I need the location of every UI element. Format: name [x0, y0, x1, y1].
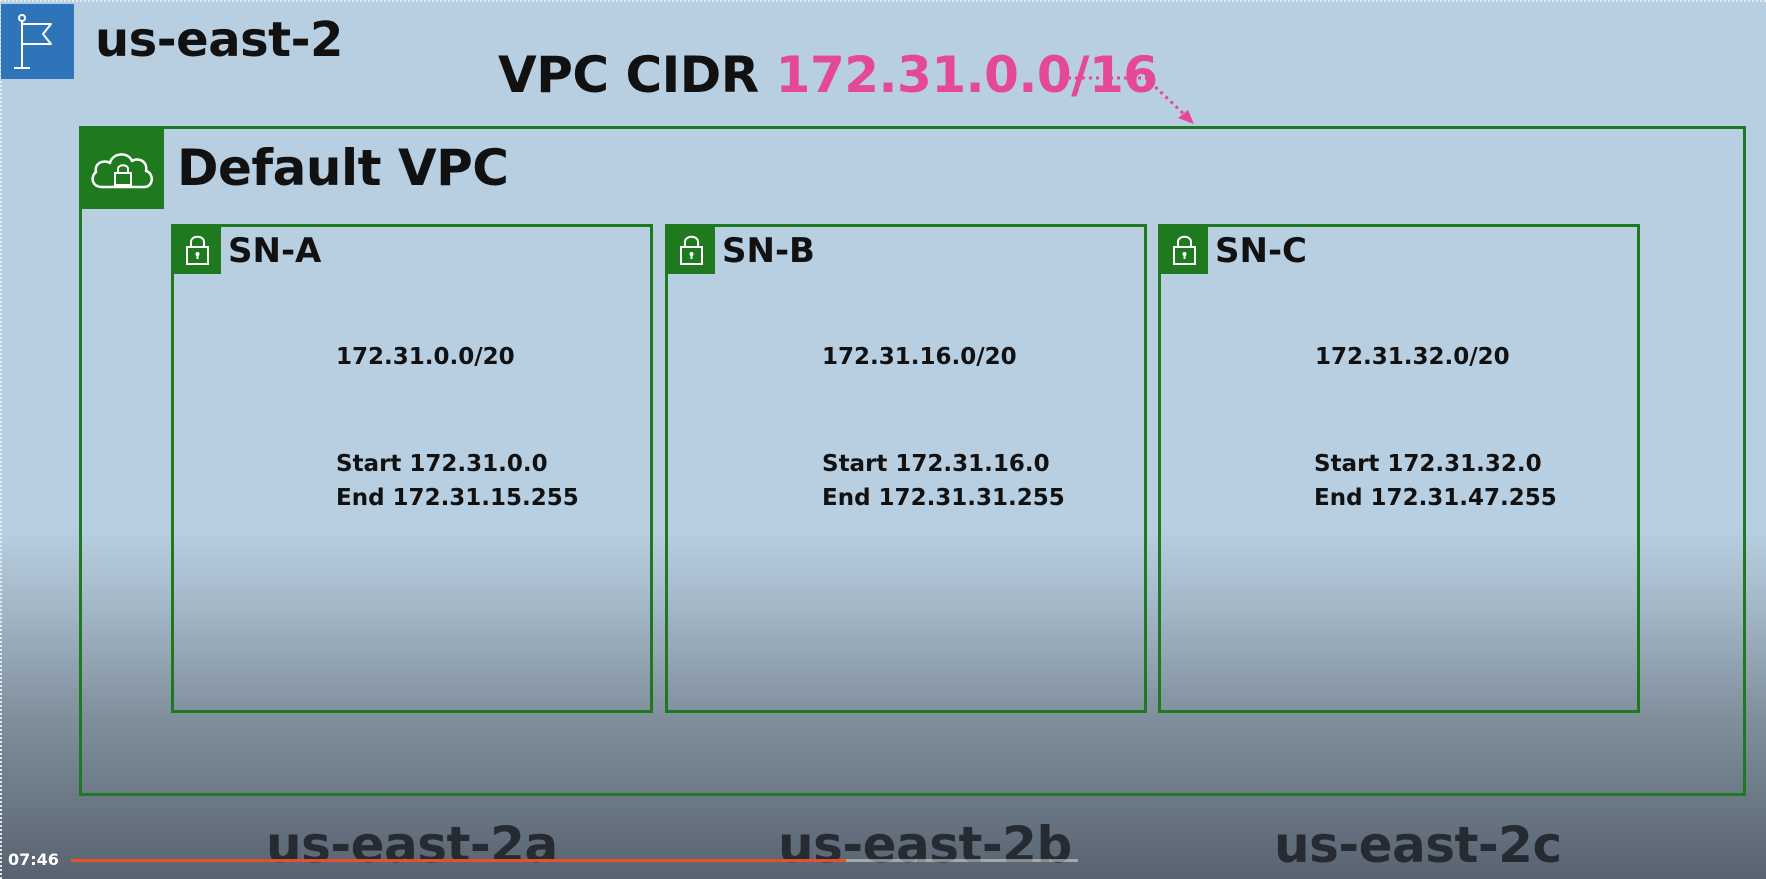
subnet-start-address: Start 172.31.0.0	[336, 451, 548, 477]
subnet-range: Start 172.31.32.0 End 172.31.47.255	[1314, 447, 1557, 515]
subnet-end-address: End 172.31.47.255	[1314, 485, 1557, 511]
subnet-title: SN-A	[228, 231, 322, 271]
lock-icon	[668, 227, 715, 274]
subnet-start-address: Start 172.31.16.0	[822, 451, 1050, 477]
subnet-c: SN-C 172.31.32.0/20 Start 172.31.32.0 En…	[1158, 224, 1640, 713]
flag-icon	[1, 4, 74, 79]
lock-icon	[174, 227, 221, 274]
progress-bar[interactable]	[71, 859, 1078, 862]
region-title: us-east-2	[95, 12, 343, 68]
playback-time: 07:46	[8, 850, 59, 869]
subnet-end-address: End 172.31.15.255	[336, 485, 579, 511]
subnet-end-address: End 172.31.31.255	[822, 485, 1065, 511]
az-label-a: us-east-2a	[266, 816, 558, 874]
frame-left-border	[0, 0, 4, 879]
subnet-range: Start 172.31.0.0 End 172.31.15.255	[336, 447, 579, 515]
vpc-cidr-label-text: VPC CIDR	[498, 46, 759, 104]
lock-icon	[1161, 227, 1208, 274]
subnet-start-address: Start 172.31.32.0	[1314, 451, 1542, 477]
progress-bar-fill	[71, 859, 847, 862]
subnet-range: Start 172.31.16.0 End 172.31.31.255	[822, 447, 1065, 515]
subnet-title: SN-B	[722, 231, 815, 271]
az-label-b: us-east-2b	[778, 816, 1072, 874]
subnet-a: SN-A 172.31.0.0/20 Start 172.31.0.0 End …	[171, 224, 653, 713]
subnet-cidr: 172.31.32.0/20	[1315, 344, 1510, 370]
frame-top-border	[0, 0, 1766, 6]
cidr-pointer-arrow	[1068, 76, 1194, 124]
subnet-title: SN-C	[1215, 231, 1308, 271]
az-label-c: us-east-2c	[1274, 816, 1562, 874]
subnet-cidr: 172.31.16.0/20	[822, 344, 1017, 370]
cloud-lock-icon	[82, 129, 164, 209]
subnet-b: SN-B 172.31.16.0/20 Start 172.31.16.0 En…	[665, 224, 1147, 713]
vpc-cidr-label: VPC CIDR 172.31.0.0/16	[498, 46, 1158, 104]
vpc-title: Default VPC	[177, 139, 509, 197]
subnet-cidr: 172.31.0.0/20	[336, 344, 515, 370]
